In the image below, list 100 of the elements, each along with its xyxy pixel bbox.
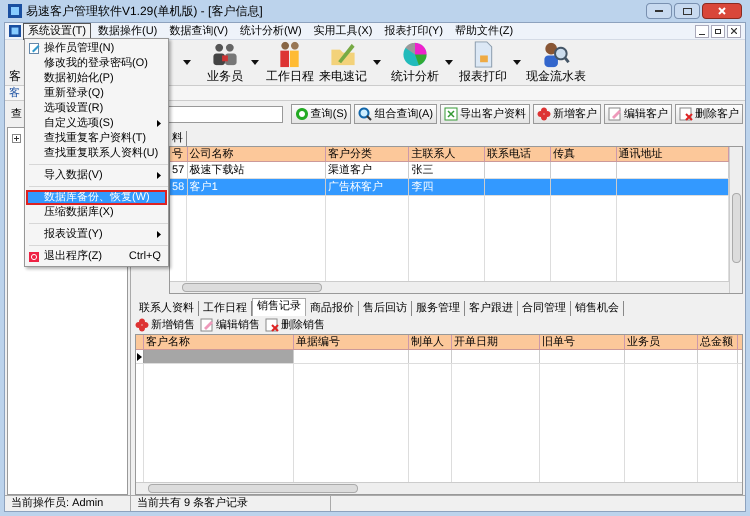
toolbar-button[interactable]: 业务员	[202, 40, 248, 83]
shortcut-text: Ctrl+Q	[128, 249, 161, 264]
menu-item[interactable]: 帮助文件(Z)	[450, 22, 518, 40]
sales-action-button[interactable]: 编辑销售	[200, 316, 260, 334]
detail-tab[interactable]: 售后回访	[359, 301, 412, 316]
menu-item[interactable]: 数据查询(V)	[164, 22, 233, 40]
menu-entry[interactable]: 查找重复客户资料(T)	[26, 131, 167, 146]
detail-tab[interactable]: 服务管理	[412, 301, 465, 316]
tree-expander[interactable]	[12, 134, 21, 143]
table-cell: 渠道客户	[328, 164, 372, 176]
plus-flower-icon	[537, 107, 551, 121]
caret-icon[interactable]	[445, 60, 453, 65]
column-header[interactable]: 公司名称	[188, 147, 326, 161]
window-title: 易速客户管理软件V1.29(单机版) - [客户信息]	[26, 3, 263, 20]
close-icon	[718, 7, 726, 15]
document-tab[interactable]: 客	[5, 86, 24, 100]
menu-entry[interactable]: 压缩数据库(X)	[26, 205, 167, 220]
app-icon	[8, 4, 22, 18]
table-cell: 极速下载站	[190, 164, 245, 176]
horizontal-scrollbar[interactable]	[170, 281, 729, 293]
toolbar-button[interactable]: 工作日程	[265, 40, 315, 83]
vertical-scrollbar[interactable]	[729, 147, 742, 293]
column-header[interactable]: 制单人	[409, 335, 452, 349]
column-header[interactable]: 总金额	[698, 335, 738, 349]
mdi-restore-button[interactable]	[711, 24, 725, 38]
delete-icon	[679, 107, 693, 121]
detail-tab[interactable]: 合同管理	[518, 301, 571, 316]
table-row[interactable]: 57 极速下载站 渠道客户 张三	[170, 162, 729, 179]
column-header[interactable]: 开单日期	[452, 335, 540, 349]
toolbar-button[interactable]: 客	[5, 40, 25, 83]
detail-tab[interactable]: 联系人资料	[135, 301, 199, 316]
action-button[interactable]: 组合查询(A)	[354, 104, 437, 124]
app-icon	[9, 25, 21, 37]
menu-item[interactable]: 数据操作(U)	[93, 22, 162, 40]
table-cell: 57	[172, 164, 184, 176]
mdi-minimize-button[interactable]	[695, 24, 709, 38]
action-button[interactable]: 删除客户	[675, 104, 743, 124]
column-header[interactable]: 号	[170, 147, 188, 161]
column-header[interactable]: 客户分类	[326, 147, 410, 161]
detail-tab[interactable]: 客户跟进	[465, 301, 518, 316]
active-cell[interactable]	[144, 350, 294, 363]
menu-item[interactable]: 实用工具(X)	[308, 22, 378, 40]
close-icon	[731, 28, 737, 34]
edit-icon	[608, 107, 622, 121]
column-header[interactable]: 主联系人	[409, 147, 485, 161]
go-icon	[294, 107, 309, 121]
table-cell: 客户1	[190, 181, 218, 193]
row-pointer-icon	[137, 352, 142, 360]
menu-entry[interactable]: 修改我的登录密码(O)	[26, 56, 167, 71]
table-cell: 李四	[411, 181, 434, 193]
magnifier-icon	[358, 107, 372, 121]
column-header[interactable]: 客户名称	[144, 335, 294, 349]
caret-icon[interactable]	[251, 60, 259, 65]
minimize-button[interactable]	[646, 3, 672, 19]
caret-icon[interactable]	[373, 60, 381, 65]
plus-flower-icon	[135, 318, 149, 332]
horizontal-scrollbar[interactable]	[136, 482, 742, 494]
delete-icon	[265, 318, 279, 332]
action-button[interactable]: 编辑客户	[604, 104, 672, 124]
menu-entry[interactable]: 数据初始化(P)	[26, 71, 167, 86]
action-button[interactable]: 查询(S)	[290, 104, 352, 124]
toolbar-button[interactable]: 来电速记	[316, 40, 370, 83]
edit-icon	[200, 318, 214, 332]
column-header[interactable]: 联系电话	[484, 147, 551, 161]
menu-entry[interactable]: 操作员管理(N)	[26, 41, 167, 56]
detail-tab[interactable]: 商品报价	[306, 301, 359, 316]
column-header[interactable]: 业务员	[625, 335, 698, 349]
menu-entry[interactable]: 自定义选项(S)	[26, 116, 167, 131]
column-header[interactable]: 旧单号	[540, 335, 625, 349]
menu-item[interactable]: 报表打印(Y)	[379, 22, 448, 40]
sales-action-button[interactable]: 新增销售	[135, 316, 195, 334]
query-button[interactable]: 查	[11, 106, 22, 122]
maximize-button[interactable]	[674, 3, 700, 19]
menu-item[interactable]: 统计分析(W)	[235, 22, 307, 40]
toolbar-button[interactable]: 报表打印	[456, 40, 510, 83]
menu-entry[interactable]: 选项设置(R)	[26, 101, 167, 116]
spreadsheet-icon	[444, 107, 458, 121]
menu-entry[interactable]: 报表设置(Y)	[26, 227, 167, 242]
action-button[interactable]: 导出客户资料	[440, 104, 530, 124]
menu-item[interactable]: 系统设置(T)	[23, 22, 92, 40]
edit-icon	[29, 43, 40, 54]
sales-action-button[interactable]: 删除销售	[265, 316, 325, 334]
mdi-close-button[interactable]	[727, 24, 741, 38]
close-button[interactable]	[702, 3, 742, 19]
table-cell: 张三	[411, 164, 434, 176]
status-text: 当前共有 9 条客户记录	[131, 496, 331, 511]
toolbar-button[interactable]: 统计分析	[388, 40, 442, 83]
table-cell: 58	[172, 181, 184, 193]
column-header[interactable]: 传真	[550, 147, 617, 161]
action-button[interactable]: 新增客户	[533, 104, 601, 124]
column-header[interactable]: 单据编号	[294, 335, 409, 349]
menu-entry[interactable]: 导入数据(V)	[26, 168, 167, 183]
caret-icon[interactable]	[183, 60, 191, 65]
detail-tab[interactable]: 销售机会	[571, 301, 624, 316]
detail-tab[interactable]: 销售记录	[252, 298, 306, 316]
toolbar-button[interactable]: 现金流水表	[524, 40, 588, 83]
caret-icon[interactable]	[513, 60, 521, 65]
menu-entry[interactable]: 重新登录(Q)	[26, 86, 167, 101]
menu-entry[interactable]: 退出程序(Z) Ctrl+Q	[26, 249, 167, 264]
menu-entry[interactable]: 查找重复联系人资料(U)	[26, 146, 167, 161]
